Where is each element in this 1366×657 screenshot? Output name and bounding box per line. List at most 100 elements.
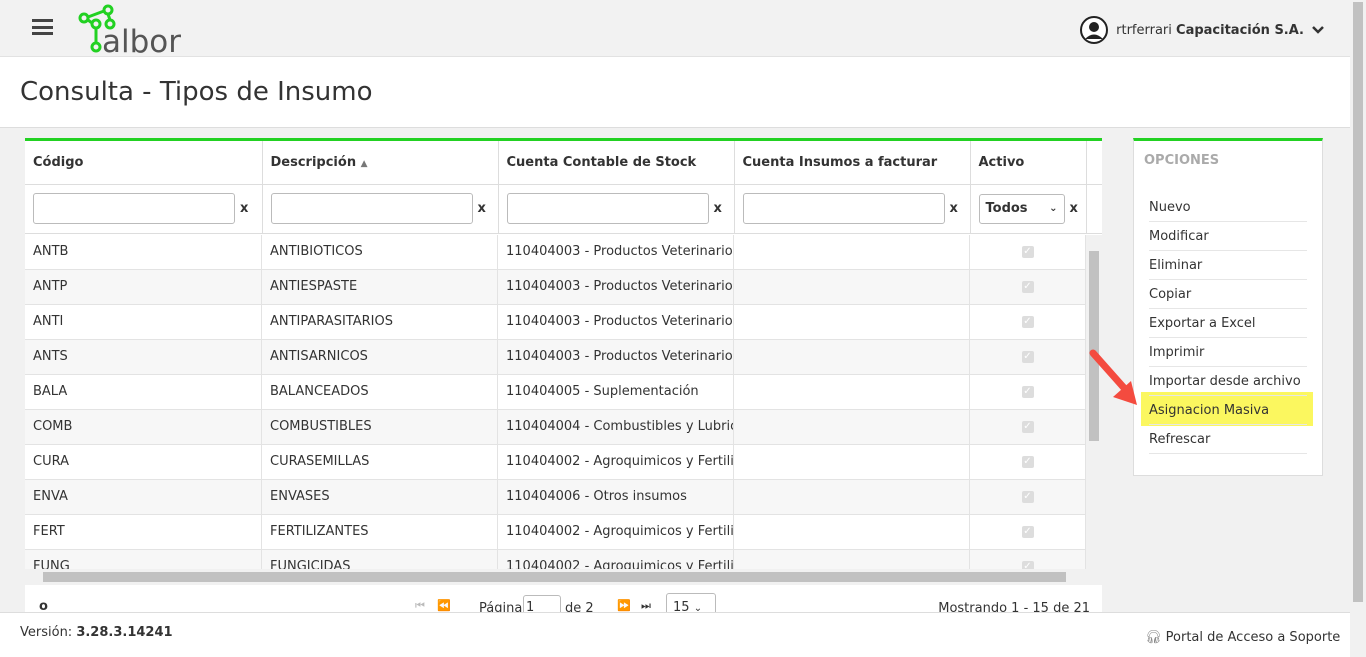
cell-cuenta_stock: 110404003 - Productos Veterinarios [498,235,734,269]
table-row[interactable]: ANTI ANTIPARASITARIOS 110404003 - Producto… [25,305,1086,340]
table-row[interactable]: ANTS ANTISARNICOS 110404003 - Productos Ve… [25,340,1086,375]
filter-cuenta-stock[interactable] [506,193,709,224]
svg-text:albor: albor [102,24,181,54]
table-row[interactable]: BALA BALANCEADOS 110404005 - Suplementació… [25,375,1086,410]
clear-filter-button[interactable]: x [240,201,248,216]
cell-cuenta_facturar [734,480,970,514]
table-row[interactable]: ANTB ANTIBIOTICOS 110404003 - Productos Ve… [25,235,1086,270]
cell-descripcion: COMBUSTIBLES [262,410,498,444]
clear-filter-button[interactable]: x [478,201,486,216]
cell-codigo: FERT [25,515,262,549]
table-row[interactable]: CURA CURASEMILLAS 110404002 - Agroquimicos… [25,445,1086,480]
cell-codigo: ANTI [25,305,262,339]
column-header-codigo[interactable]: Código [25,141,263,185]
cell-activo: ✓ [970,410,1086,444]
filter-descripcion[interactable] [270,193,473,224]
cell-cuenta_facturar [734,410,970,444]
cell-cuenta_facturar [734,305,970,339]
cell-cuenta_facturar [734,550,970,569]
cell-cuenta_stock: 110404002 - Agroquimicos y Fertilizantes [498,550,734,569]
options-title: OPCIONES [1144,153,1220,168]
option-asignacion-masiva[interactable]: Asignacion Masiva [1149,396,1307,425]
next-page-icon[interactable]: ⏩ [617,599,631,612]
checkbox-checked-icon: ✓ [1021,385,1034,398]
cell-descripcion: ANTISARNICOS [262,340,498,374]
cell-cuenta_facturar [734,445,970,479]
menu-icon[interactable] [32,19,53,35]
chevron-down-icon [1312,26,1324,34]
cell-activo: ✓ [970,550,1086,569]
table-row[interactable]: COMB COMBUSTIBLES 110404004 - Combustibles… [25,410,1086,445]
column-header-activo[interactable]: Activo [970,141,1087,185]
cell-cuenta_facturar [734,375,970,409]
cell-cuenta_stock: 110404006 - Otros insumos [498,480,734,514]
option-refrescar[interactable]: Refrescar [1149,425,1307,454]
option-eliminar[interactable]: Eliminar [1149,251,1307,280]
cell-activo: ✓ [970,305,1086,339]
table-row[interactable]: ENVA ENVASES 110404006 - Otros insumos ✓ [25,480,1086,515]
checkbox-checked-icon: ✓ [1021,525,1034,538]
version: 3.28.3.14241 [76,625,173,640]
top-bar: albor rtrferrari Capacitación S.A. [0,0,1350,60]
column-header-descripcion[interactable]: Descripción ▲ [262,141,499,185]
cell-cuenta_stock: 110404002 - Agroquimicos y Fertilizantes [498,445,734,479]
column-header-cuenta-stock[interactable]: Cuenta Contable de Stock [498,141,735,185]
clear-filter-button[interactable]: x [950,201,958,216]
option-nuevo[interactable]: Nuevo [1149,193,1307,222]
checkbox-checked-icon: ✓ [1021,350,1034,363]
cell-descripcion: ANTIPARASITARIOS [262,305,498,339]
checkbox-checked-icon: ✓ [1021,420,1034,433]
checkbox-checked-icon: ✓ [1021,455,1034,468]
first-page-icon[interactable]: ⏮ [415,599,425,613]
cell-cuenta_stock: 110404003 - Productos Veterinarios [498,305,734,339]
table-row[interactable]: FERT FERTILIZANTES 110404002 - Agroquimico… [25,515,1086,550]
page-title: Consulta - Tipos de Insumo [20,77,373,107]
cell-activo: ✓ [970,235,1086,269]
headset-icon: 🎧︎ [1145,630,1162,645]
clear-filter-button[interactable]: x [1070,201,1078,216]
logo[interactable]: albor [78,4,198,60]
cell-codigo: ANTS [25,340,262,374]
cell-cuenta_stock: 110404003 - Productos Veterinarios [498,340,734,374]
support-link[interactable]: 🎧︎ Portal de Acceso a Soporte [1145,630,1340,645]
grid-panel: Código Descripción ▲ Cuenta Contable de … [25,138,1102,621]
option-exportar-a-excel[interactable]: Exportar a Excel [1149,309,1307,338]
company: Capacitación S.A. [1176,22,1304,38]
option-modificar[interactable]: Modificar [1149,222,1307,251]
table-body: ANTB ANTIBIOTICOS 110404003 - Productos Ve… [25,235,1086,569]
cell-activo: ✓ [970,375,1086,409]
last-page-icon[interactable]: ⏭ [641,599,651,613]
filter-codigo[interactable] [33,193,235,224]
red-arrow-annotation [1089,349,1137,405]
filter-activo-select[interactable]: Todos ⌄ [978,193,1065,224]
checkbox-checked-icon: ✓ [1021,315,1034,328]
cell-activo: ✓ [970,515,1086,549]
horizontal-scrollbar[interactable] [25,569,1102,585]
filter-cuenta-facturar[interactable] [742,193,945,224]
cell-activo: ✓ [970,480,1086,514]
cell-descripcion: FUNGICIDAS [262,550,498,569]
clear-filter-button[interactable]: x [714,201,722,216]
column-header-cuenta-facturar[interactable]: Cuenta Insumos a facturar [734,141,971,185]
cell-cuenta_stock: 110404002 - Agroquimicos y Fertilizantes [498,515,734,549]
cell-codigo: ENVA [25,480,262,514]
table-row[interactable]: FUNG FUNGICIDAS 110404002 - Agroquimicos y… [25,550,1086,569]
cell-codigo: COMB [25,410,262,444]
cell-codigo: ANTB [25,235,262,269]
checkbox-checked-icon: ✓ [1021,280,1034,293]
sort-icon: ▲ [360,158,368,169]
cell-descripcion: ENVASES [262,480,498,514]
username: rtrferrari [1116,22,1172,38]
checkbox-checked-icon: ✓ [1021,245,1034,258]
option-copiar[interactable]: Copiar [1149,280,1307,309]
table-row[interactable]: ANTP ANTIESPASTE 110404003 - Productos Vet… [25,270,1086,305]
version-label: Versión: [20,625,73,640]
page-scrollbar[interactable] [1350,0,1366,657]
user-menu[interactable]: rtrferrari Capacitación S.A. [1080,16,1324,44]
avatar-icon [1080,16,1109,44]
option-importar-desde-archivo[interactable]: Importar desde archivo [1149,367,1307,396]
prev-page-icon[interactable]: ⏪ [437,599,451,612]
option-imprimir[interactable]: Imprimir [1149,338,1307,367]
cell-descripcion: ANTIESPASTE [262,270,498,304]
checkbox-checked-icon: ✓ [1021,490,1034,503]
